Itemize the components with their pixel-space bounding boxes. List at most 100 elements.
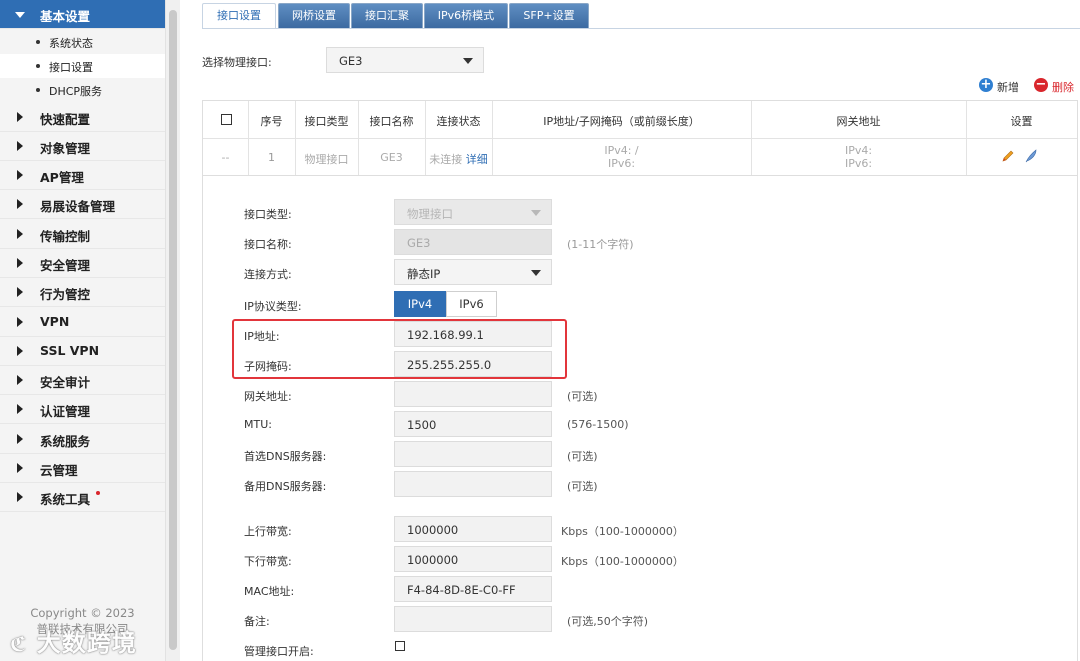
gateway-field[interactable] <box>394 381 552 407</box>
nav-system-tools[interactable]: 系统工具 <box>0 483 165 512</box>
connection-type-select[interactable]: 静态IP <box>394 259 552 285</box>
row-checkbox-placeholder: -- <box>221 151 230 164</box>
nav-transfer-control[interactable]: 传输控制 <box>0 220 165 249</box>
chevron-right-icon <box>17 199 23 209</box>
nav-auth-mgmt[interactable]: 认证管理 <box>0 395 165 424</box>
tab-link-aggregation[interactable]: 接口汇聚 <box>351 3 423 28</box>
downstream-hint: Kbps（100-1000000） <box>561 555 684 568</box>
nav-label: SSL VPN <box>40 343 100 358</box>
nav-system-services[interactable]: 系统服务 <box>0 425 165 454</box>
caret-down-icon <box>531 210 541 216</box>
mtu-field[interactable]: 1500 <box>394 411 552 437</box>
mtu-value: 1500 <box>407 418 437 432</box>
row-gw-v4: IPv4: <box>844 144 873 157</box>
nav-label: 系统服务 <box>40 434 91 449</box>
upstream-field[interactable]: 1000000 <box>394 516 552 542</box>
watermark-logo-icon: ℭ <box>10 632 28 656</box>
mtu-hint: (576-1500) <box>567 418 629 431</box>
sub-item-label: 接口设置 <box>49 61 93 74</box>
chevron-right-icon <box>17 492 23 502</box>
th-settings: 设置 <box>1010 115 1033 128</box>
chevron-right-icon <box>17 112 23 122</box>
sub-item-system-status[interactable]: 系统状态 <box>0 30 165 54</box>
bullet-icon <box>36 88 40 92</box>
select-all-checkbox[interactable] <box>221 114 232 125</box>
sub-item-dhcp[interactable]: DHCP服务 <box>0 78 165 102</box>
edit-pencil-icon[interactable] <box>1001 149 1015 163</box>
nav-extend-device-mgmt[interactable]: 易展设备管理 <box>0 190 165 219</box>
nav-object-mgmt[interactable]: 对象管理 <box>0 132 165 161</box>
row-status-text: 未连接 <box>429 153 463 166</box>
nav-basic-settings[interactable]: 基本设置 <box>0 0 165 29</box>
bullet-icon <box>36 40 40 44</box>
row-index: 1 <box>268 151 275 164</box>
th-gateway: 网关地址 <box>836 115 881 128</box>
chevron-right-icon <box>17 170 23 180</box>
scrollbar-thumb[interactable] <box>169 10 177 650</box>
nav-label: 云管理 <box>40 463 78 478</box>
row-ip-v6: IPv6: <box>607 157 636 170</box>
feather-icon[interactable] <box>1024 149 1038 163</box>
nav-label: 快速配置 <box>40 112 91 127</box>
ipv4-toggle[interactable]: IPv4 <box>394 291 446 317</box>
row-ip-v4: IPv4: / <box>604 144 639 157</box>
sub-item-label: DHCP服务 <box>49 85 103 98</box>
add-button[interactable]: + 新增 <box>979 78 1025 94</box>
chevron-right-icon <box>17 404 23 414</box>
nav-ap-mgmt[interactable]: AP管理 <box>0 161 165 190</box>
tab-ipv6-bridge[interactable]: IPv6桥模式 <box>424 3 508 28</box>
row-detail-link[interactable]: 详细 <box>466 153 488 166</box>
upstream-value: 1000000 <box>407 523 459 537</box>
interface-type-label: 接口类型: <box>244 208 292 221</box>
delete-label: 删除 <box>1052 81 1074 94</box>
nav-behavior-control[interactable]: 行为管控 <box>0 278 165 307</box>
plus-circle-icon: + <box>979 77 993 92</box>
connection-type-value: 静态IP <box>407 267 441 281</box>
connection-type-label: 连接方式: <box>244 268 292 281</box>
tab-divider <box>202 28 1080 29</box>
th-name: 接口名称 <box>369 115 414 128</box>
chevron-right-icon <box>17 287 23 297</box>
tab-sfp-settings[interactable]: SFP+设置 <box>509 3 589 28</box>
nav-security-audit[interactable]: 安全审计 <box>0 366 165 395</box>
remark-label: 备注: <box>244 615 270 628</box>
interface-select-value: GE3 <box>339 54 363 68</box>
nav-label: 安全审计 <box>40 375 91 390</box>
primary-dns-field[interactable] <box>394 441 552 467</box>
upstream-hint: Kbps（100-1000000） <box>561 525 684 538</box>
nav-security-mgmt[interactable]: 安全管理 <box>0 249 165 278</box>
chevron-right-icon <box>17 229 23 239</box>
sub-item-interface-settings[interactable]: 接口设置 <box>0 54 165 78</box>
th-type: 接口类型 <box>304 115 349 128</box>
row-name: GE3 <box>380 151 403 164</box>
add-label: 新增 <box>997 81 1019 94</box>
sidebar-scrollbar[interactable] <box>165 0 180 661</box>
highlight-box <box>232 319 567 379</box>
delete-button[interactable]: − 删除 <box>1034 78 1078 94</box>
nav-label: AP管理 <box>40 170 84 185</box>
mgmt-interface-checkbox[interactable] <box>395 641 405 651</box>
nav-cloud-mgmt[interactable]: 云管理 <box>0 454 165 483</box>
mac-field[interactable]: F4-84-8D-8E-C0-FF <box>394 576 552 602</box>
nav-label: 认证管理 <box>40 404 91 419</box>
tab-interface-settings[interactable]: 接口设置 <box>202 3 276 29</box>
notification-dot <box>96 491 100 495</box>
interface-table: 序号 接口类型 接口名称 连接状态 IP地址/子网掩码（或前缀长度） 网关地址 … <box>202 100 1078 176</box>
nav-label: 行为管控 <box>40 287 91 302</box>
chevron-right-icon <box>17 141 23 151</box>
nav-label: 对象管理 <box>40 141 91 156</box>
remark-field[interactable] <box>394 606 552 632</box>
chevron-right-icon <box>17 317 23 327</box>
downstream-field[interactable]: 1000000 <box>394 546 552 572</box>
th-index: 序号 <box>260 115 283 128</box>
nav-ssl-vpn[interactable]: SSL VPN <box>0 337 165 366</box>
mac-value: F4-84-8D-8E-C0-FF <box>407 583 516 597</box>
nav-vpn[interactable]: VPN <box>0 308 165 337</box>
caret-down-icon <box>531 270 541 276</box>
ipv6-toggle[interactable]: IPv6 <box>446 291 497 317</box>
interface-select[interactable]: GE3 <box>326 47 484 73</box>
nav-quick-setup[interactable]: 快速配置 <box>0 103 165 132</box>
secondary-dns-field[interactable] <box>394 471 552 497</box>
interface-name-field: GE3 <box>394 229 552 255</box>
tab-bridge-settings[interactable]: 网桥设置 <box>278 3 350 28</box>
